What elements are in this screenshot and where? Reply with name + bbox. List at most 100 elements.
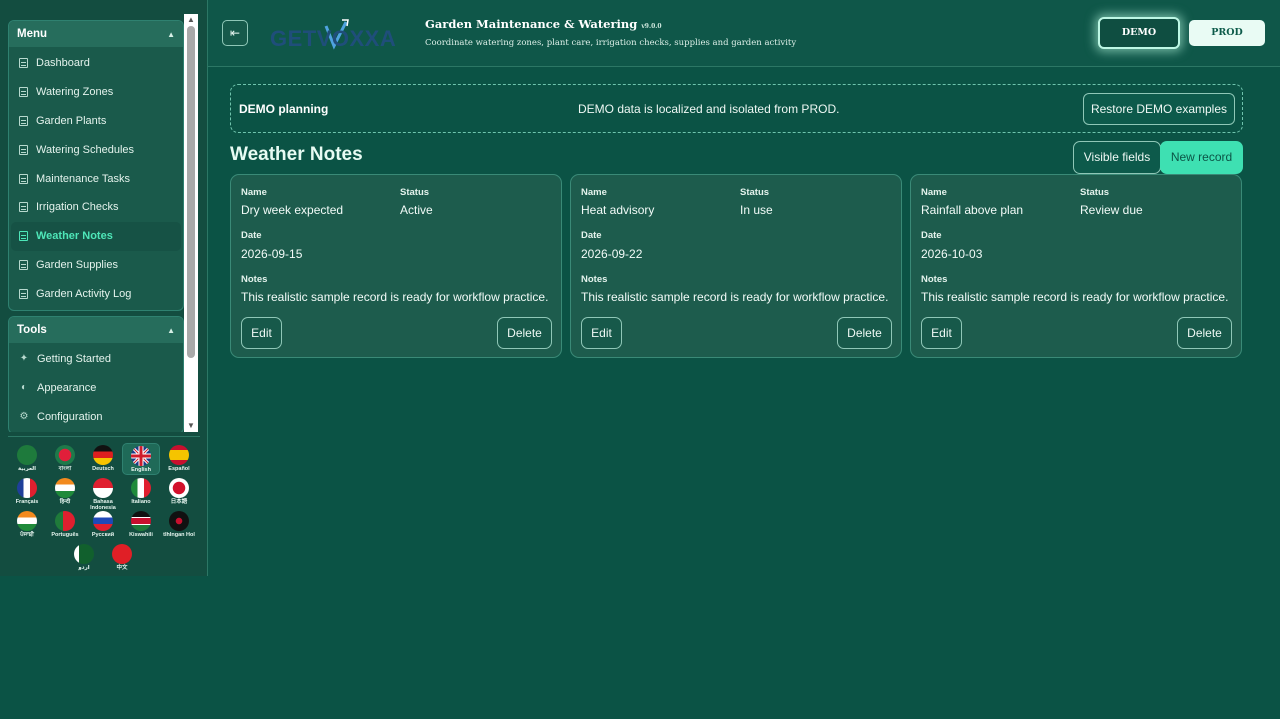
scrollbar-thumb[interactable] — [187, 26, 195, 358]
status-label: Status — [1080, 187, 1110, 198]
app-subtitle: Coordinate watering zones, plant care, i… — [425, 38, 797, 48]
record-card: Name Status Heat advisory In use Date 20… — [570, 174, 902, 358]
language-label: Deutsch — [92, 466, 114, 472]
sidebar-item-configuration[interactable]: ⚙ Configuration — [9, 403, 183, 432]
language-japanese[interactable]: 日本語 — [160, 476, 198, 508]
sidebar-item-label: Weather Notes — [36, 230, 113, 243]
record-card: Name Status Rainfall above plan Review d… — [910, 174, 1242, 358]
palette-icon: ◐ — [20, 382, 28, 394]
app-title-text: Garden Maintenance & Watering — [425, 17, 638, 31]
logo-text: GETVOXXA — [270, 26, 397, 51]
flag-india-icon — [17, 511, 37, 531]
sidebar-item-label: Garden Supplies — [36, 258, 118, 271]
date-label: Date — [921, 230, 942, 241]
edit-button[interactable]: Edit — [581, 317, 622, 349]
date-label: Date — [581, 230, 602, 241]
sidebar-item-garden-supplies[interactable]: Garden Supplies — [9, 251, 183, 280]
tools-header[interactable]: Tools ▲ — [9, 317, 183, 343]
language-portuguese[interactable]: Português — [46, 509, 84, 541]
language-russian[interactable]: Русский — [84, 509, 122, 541]
scroll-down-icon[interactable]: ▼ — [184, 420, 198, 432]
language-label: 中文 — [116, 565, 128, 571]
sidebar-item-label: Garden Activity Log — [36, 287, 132, 300]
notes-label: Notes — [921, 274, 948, 285]
language-indonesian[interactable]: Bahasa Indonesia — [84, 476, 122, 511]
banner-message: DEMO data is localized and isolated from… — [578, 102, 840, 116]
sidebar-item-label: Irrigation Checks — [36, 201, 119, 214]
language-bengali[interactable]: বাংলা — [46, 443, 84, 475]
language-swahili[interactable]: Kiswahili — [122, 509, 160, 541]
delete-button[interactable]: Delete — [1177, 317, 1232, 349]
language-spanish[interactable]: Español — [160, 443, 198, 475]
language-label: English — [131, 467, 151, 473]
sidebar-item-label: Garden Plants — [36, 114, 107, 127]
chevron-up-icon: ▲ — [167, 325, 175, 335]
language-label: Français — [15, 499, 39, 505]
name-label: Name — [581, 187, 607, 198]
sidebar-item-garden-plants[interactable]: Garden Plants — [9, 107, 183, 136]
sidebar-scroll-area: Menu ▲ Dashboard Watering Zones Garden P… — [0, 12, 200, 432]
flag-saudi-arabia-icon — [17, 445, 37, 465]
language-label: Kiswahili — [129, 532, 153, 538]
flag-indonesia-icon — [93, 478, 113, 498]
language-label: العربية — [17, 466, 37, 472]
name-label: Name — [921, 187, 947, 198]
demo-env-button[interactable]: DEMO — [1098, 17, 1180, 49]
sidebar-item-garden-activity-log[interactable]: Garden Activity Log — [9, 279, 183, 308]
collapse-sidebar-button[interactable]: ⇤ — [222, 20, 248, 46]
flag-portugal-icon — [55, 511, 75, 531]
language-label: 日本語 — [170, 499, 188, 505]
flag-france-icon — [17, 478, 37, 498]
language-german[interactable]: Deutsch — [84, 443, 122, 475]
edit-button[interactable]: Edit — [241, 317, 282, 349]
delete-button[interactable]: Delete — [497, 317, 552, 349]
language-arabic[interactable]: العربية — [8, 443, 46, 475]
name-label: Name — [241, 187, 267, 198]
sidebar-item-label: Dashboard — [36, 57, 90, 70]
record-status: Review due — [1080, 203, 1143, 217]
collapse-sidebar-icon: ⇤ — [229, 26, 241, 40]
sidebar-item-weather-notes[interactable]: Weather Notes — [11, 221, 181, 251]
delete-button[interactable]: Delete — [837, 317, 892, 349]
logo: GETVOXXA — [268, 16, 410, 52]
edit-button[interactable]: Edit — [921, 317, 962, 349]
language-punjabi[interactable]: ਪੰਜਾਬੀ — [8, 509, 46, 541]
language-english[interactable]: English — [122, 443, 160, 475]
gear-icon: ⚙ — [19, 410, 29, 422]
flag-kenya-icon — [131, 511, 151, 531]
language-klingon[interactable]: tlhIngan Hol — [160, 509, 198, 541]
sidebar-scrollbar[interactable]: ▲ ▼ — [184, 14, 198, 432]
flag-germany-icon — [93, 445, 113, 465]
sidebar-item-maintenance-tasks[interactable]: Maintenance Tasks — [9, 164, 183, 193]
sidebar-item-watering-schedules[interactable]: Watering Schedules — [9, 135, 183, 164]
flag-uk-icon — [131, 446, 151, 466]
language-hindi[interactable]: हिन्दी — [46, 476, 84, 508]
restore-demo-button[interactable]: Restore DEMO examples — [1083, 93, 1235, 125]
record-notes: This realistic sample record is ready fo… — [241, 290, 549, 304]
record-name: Heat advisory — [581, 203, 655, 217]
flag-india-icon — [55, 478, 75, 498]
sidebar-item-appearance[interactable]: ◐ Appearance — [9, 374, 183, 403]
document-icon — [19, 202, 28, 213]
language-label: हिन्दी — [59, 499, 71, 505]
app-version: v9.0.0 — [641, 23, 662, 30]
visible-fields-button[interactable]: Visible fields — [1073, 141, 1161, 174]
record-notes: This realistic sample record is ready fo… — [581, 290, 889, 304]
date-label: Date — [241, 230, 262, 241]
sidebar-item-dashboard[interactable]: Dashboard — [9, 49, 183, 78]
scroll-up-icon[interactable]: ▲ — [184, 14, 198, 26]
document-icon — [19, 58, 28, 69]
language-urdu[interactable]: اردو — [65, 542, 103, 574]
language-french[interactable]: Français — [8, 476, 46, 508]
language-label: Italiano — [131, 499, 151, 505]
language-label: Português — [51, 532, 79, 538]
menu-header[interactable]: Menu ▲ — [9, 21, 183, 47]
sidebar-item-irrigation-checks[interactable]: Irrigation Checks — [9, 193, 183, 222]
language-chinese[interactable]: 中文 — [103, 542, 141, 574]
language-italian[interactable]: Italiano — [122, 476, 160, 508]
sidebar-item-watering-zones[interactable]: Watering Zones — [9, 78, 183, 107]
new-record-button[interactable]: New record — [1160, 141, 1243, 174]
prod-env-button[interactable]: PROD — [1189, 20, 1265, 46]
sidebar-item-getting-started[interactable]: ✦ Getting Started — [9, 345, 183, 374]
document-icon — [19, 288, 28, 299]
